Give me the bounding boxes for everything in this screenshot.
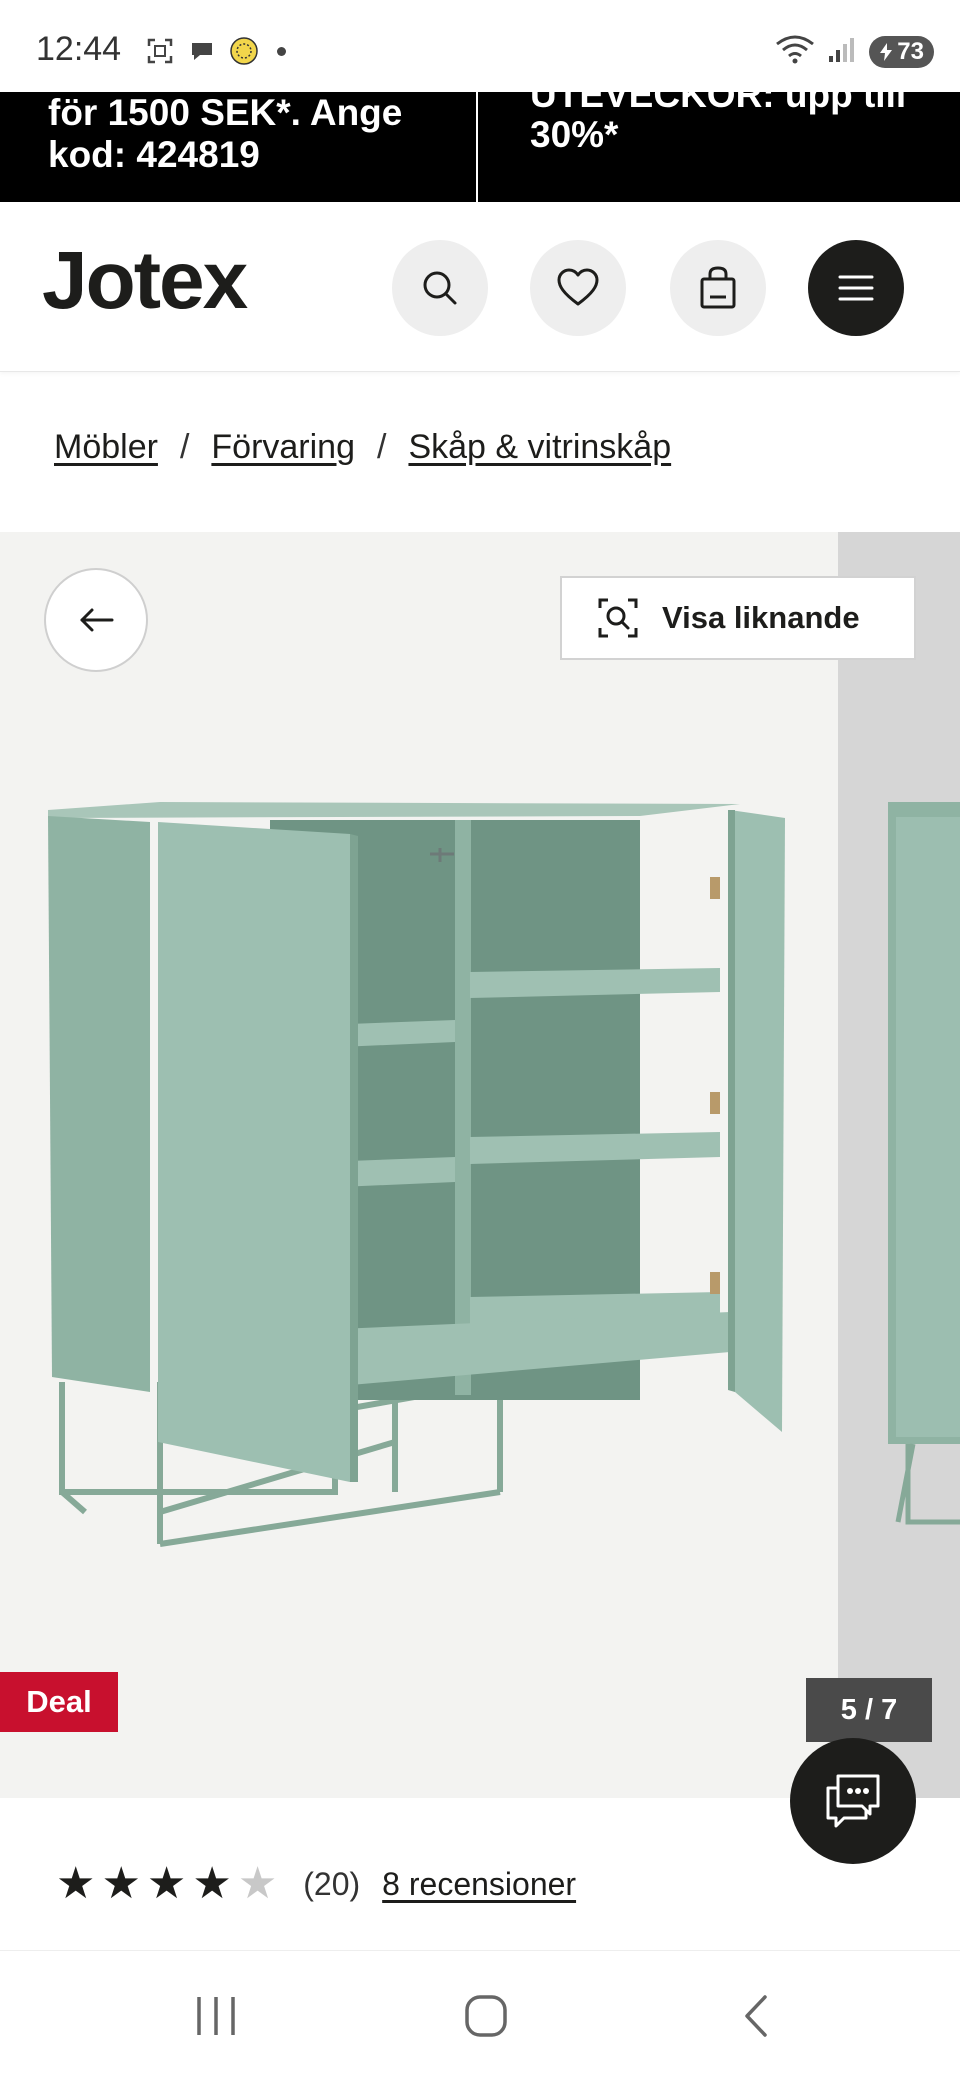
- chevron-left-icon: [745, 1995, 767, 2037]
- menu-icon: [838, 275, 874, 301]
- promo-code-text: kod: 424819: [48, 134, 260, 175]
- screenshot-icon: [145, 36, 175, 66]
- product-rating: ★ ★ ★ ★ ★ (20) 8 recensioner: [56, 1862, 576, 1906]
- star-rating: ★ ★ ★ ★ ★: [56, 1862, 277, 1906]
- cart-button[interactable]: [670, 240, 766, 336]
- promo-text: UTEVECKOR: upp till: [530, 92, 907, 115]
- search-icon: [423, 271, 457, 305]
- cabinet-product-image: [48, 802, 785, 1547]
- back-button[interactable]: [44, 568, 148, 672]
- breadcrumb-link-mobler[interactable]: Möbler: [54, 428, 158, 467]
- chat-bubble-icon: [187, 36, 217, 66]
- next-product-image: [888, 802, 960, 1525]
- status-time: 12:44: [36, 30, 122, 68]
- search-button[interactable]: [392, 240, 488, 336]
- promo-slide-discount-code[interactable]: för 1500 SEK*. Ange kod: 424819: [0, 92, 478, 202]
- breadcrumb-separator: /: [179, 428, 190, 466]
- home-button[interactable]: [456, 1991, 516, 2041]
- heart-icon: [557, 268, 599, 306]
- app-badge-icon: [229, 36, 259, 66]
- show-similar-label: Visa liknande: [662, 600, 860, 635]
- star-icon: ★: [101, 1859, 141, 1908]
- promo-text: för 1500 SEK*. Ange: [48, 92, 403, 133]
- promo-slide-outdoor[interactable]: UTEVECKOR: upp till 30%*: [478, 92, 960, 202]
- site-header: Jotex: [0, 202, 960, 372]
- arrow-left-icon: [80, 608, 114, 632]
- breadcrumb-link-forvaring[interactable]: Förvaring: [211, 428, 355, 467]
- signal-icon: [827, 34, 857, 69]
- more-notifications-dot: [277, 46, 286, 56]
- system-navigation-bar: [0, 1950, 960, 2080]
- jotex-logo[interactable]: Jotex: [42, 234, 248, 328]
- reviews-link[interactable]: 8 recensioner: [382, 1866, 576, 1903]
- star-empty-icon: ★: [237, 1859, 278, 1908]
- shopping-bag-icon: [700, 266, 736, 309]
- promo-banner[interactable]: för 1500 SEK*. Ange kod: 424819 UTEVECKO…: [0, 92, 960, 202]
- next-image-preview[interactable]: [838, 532, 960, 1798]
- wishlist-button[interactable]: [530, 240, 626, 336]
- battery-level: 73: [897, 37, 924, 65]
- deal-badge: Deal: [0, 1672, 118, 1732]
- notification-icons: [145, 36, 286, 66]
- status-bar: 12:44 73: [0, 0, 960, 92]
- breadcrumb: Möbler / Förvaring / Skåp & vitrinskåp: [54, 428, 671, 467]
- promo-percent-text: 30%*: [530, 114, 619, 155]
- star-icon: ★: [192, 1859, 232, 1908]
- menu-button[interactable]: [808, 240, 904, 336]
- system-icons: 73: [775, 34, 934, 69]
- rating-count: (20): [303, 1865, 361, 1902]
- recent-apps-button[interactable]: [186, 1991, 246, 2041]
- breadcrumb-separator: /: [377, 428, 387, 466]
- image-counter: 5 / 7: [806, 1678, 932, 1742]
- recent-apps-icon: [197, 1997, 235, 2035]
- chat-button[interactable]: [790, 1738, 916, 1864]
- chat-icon: [826, 1774, 880, 1828]
- battery-icon: 73: [869, 35, 934, 68]
- product-image-gallery[interactable]: Visa liknande Deal 5 / 7: [0, 532, 960, 1798]
- back-nav-button[interactable]: [726, 1991, 786, 2041]
- show-similar-button[interactable]: Visa liknande: [560, 576, 916, 660]
- wifi-icon: [775, 34, 815, 69]
- visual-search-icon: [598, 598, 638, 638]
- breadcrumb-link-skap-vitrinskap[interactable]: Skåp & vitrinskåp: [408, 428, 671, 467]
- star-icon: ★: [146, 1859, 187, 1908]
- home-icon: [465, 1995, 507, 2037]
- star-icon: ★: [56, 1859, 96, 1908]
